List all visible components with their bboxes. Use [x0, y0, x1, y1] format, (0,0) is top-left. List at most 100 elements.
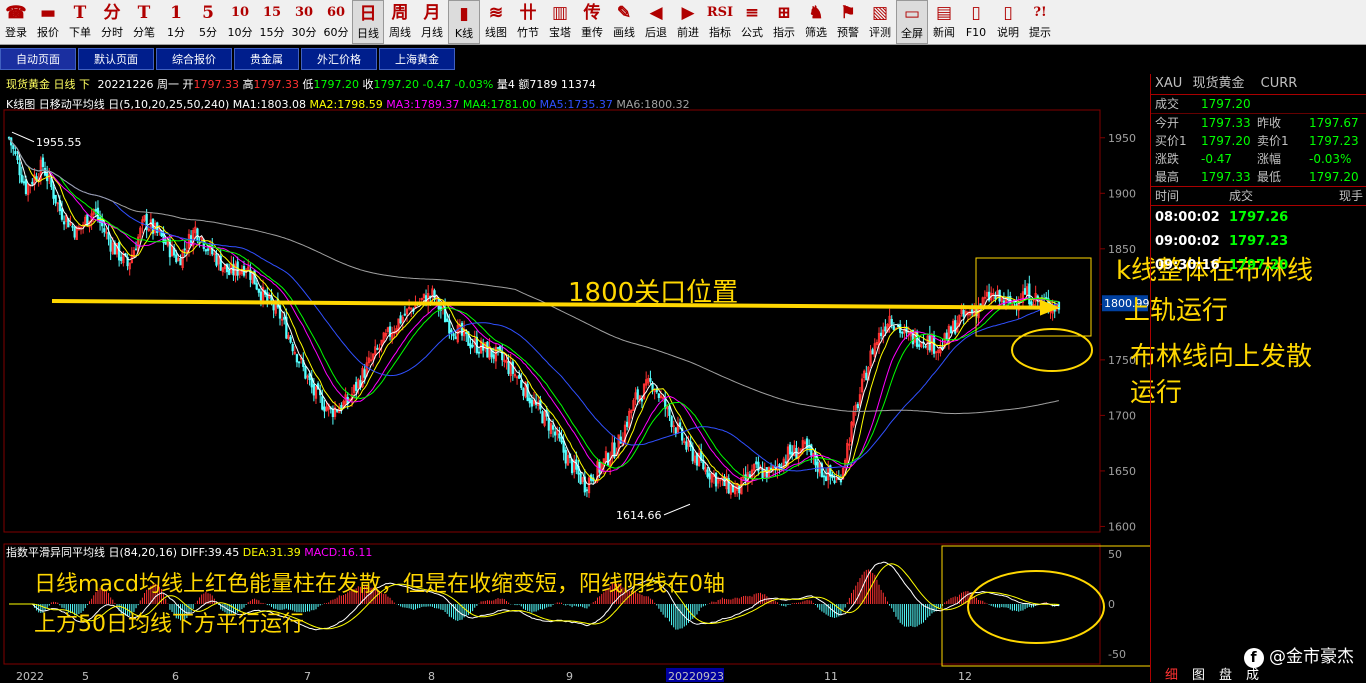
toolbar-f10-button[interactable]: ▯ F10 [960, 0, 992, 44]
quote-value: 1797.20 [1309, 170, 1359, 184]
max-price-label: 1955.55 [36, 136, 82, 149]
candle-body [674, 427, 677, 434]
candle-body [579, 472, 582, 485]
tick-row: 09:30:16 1797.20 [1151, 254, 1366, 278]
y-tick-label: 1950 [1108, 132, 1136, 145]
bottom-tab-3[interactable]: 成 [1246, 664, 1259, 683]
bottom-tab-1[interactable]: 图 [1192, 664, 1205, 683]
candle-body [295, 354, 299, 363]
toolbar-back-button[interactable]: ◀ 后退 [640, 0, 672, 44]
candle-body [511, 361, 514, 374]
toolbar-draw-button[interactable]: ✎ 画线 [608, 0, 640, 44]
f10-icon: ▯ [971, 3, 981, 23]
toolbar-label: 全屏 [901, 27, 923, 40]
toolbar-forward-button[interactable]: ▶ 前进 [672, 0, 704, 44]
tab-2[interactable]: 综合报价 [156, 48, 232, 70]
toolbar-15min-button[interactable]: 15 15分 [256, 0, 288, 44]
toolbar-tower-button[interactable]: ▥ 宝塔 [544, 0, 576, 44]
ma3-value: MA3:1789.37 [386, 98, 460, 111]
quote-value: -0.03% [1309, 152, 1352, 166]
toolbar-timeshare-button[interactable]: 分分时 [96, 0, 128, 44]
bottom-tab-2[interactable]: 盘 [1219, 664, 1232, 683]
toolbar-1min-button[interactable]: 1 1分 [160, 0, 192, 44]
min-price-label: 1614.66 [616, 509, 662, 522]
toolbar-formula-button[interactable]: ≡ 公式 [736, 0, 768, 44]
toolbar-linechart-button[interactable]: ≋ 线图 [480, 0, 512, 44]
toolbar-fullscreen-button[interactable]: ▭ 全屏 [896, 0, 928, 44]
quote-row: 最高 1797.33 最低 1797.20 [1151, 168, 1366, 186]
toolbar-label: 分笔 [133, 26, 155, 39]
toolbar-daily-button[interactable]: 日日线 [352, 0, 384, 44]
candle-body [16, 155, 19, 161]
15min-icon: 15 [262, 5, 282, 20]
formula-icon: ≡ [744, 3, 760, 23]
toolbar-monthly-button[interactable]: 月月线 [416, 0, 448, 44]
ma1-value: MA1:1803.08 [232, 98, 306, 111]
quote-label: 今开 [1155, 116, 1180, 130]
candle-body [206, 248, 210, 251]
toolbar-5min-button[interactable]: 5 5分 [192, 0, 224, 44]
back-icon: ◀ [649, 3, 663, 23]
toolbar-kline-button[interactable]: ▮ K线 [448, 0, 480, 44]
macd-value: MACD:16.11 [304, 546, 373, 559]
toolbar-quote-button[interactable]: ▬ 报价 [32, 0, 64, 44]
linechart-icon: ≋ [488, 3, 504, 23]
bottom-tab-0[interactable]: 细 [1165, 664, 1178, 683]
candle-body [949, 326, 953, 334]
ma4-value: MA4:1781.00 [462, 98, 537, 111]
quote-label: 昨收 [1257, 116, 1282, 130]
tick-row: 09:00:02 1797.23 [1151, 230, 1366, 254]
candle-body [471, 345, 474, 347]
toolbar-10min-button[interactable]: 10 10分 [224, 0, 256, 44]
min-pointer [663, 503, 691, 516]
quote-date: 20221226 周一 [97, 78, 180, 91]
toolbar-order-button[interactable]: T 下单 [64, 0, 96, 44]
tick-price: 1797.20 [1229, 258, 1289, 273]
toolbar-alert-button[interactable]: ⚑ 预警 [832, 0, 864, 44]
toolbar-indicator-button[interactable]: RSI 指标 [704, 0, 736, 44]
toolbar-label: 重传 [581, 26, 603, 39]
toolbar-label: 15分 [259, 26, 285, 39]
draw-icon: ✎ [616, 3, 632, 23]
5min-icon: 5 [202, 3, 214, 23]
toolbar-filter-button[interactable]: ♞ 筛选 [800, 0, 832, 44]
ma1-line [8, 137, 1059, 489]
toolbar-60min-button[interactable]: 60 60分 [320, 0, 352, 44]
quote-label: 卖价1 [1257, 134, 1289, 148]
toolbar-manual-button[interactable]: ▯ 说明 [992, 0, 1024, 44]
low-value: 1797.20 [313, 78, 360, 91]
tab-3[interactable]: 贵金属 [234, 48, 299, 70]
candle-body [570, 459, 574, 474]
candle-body [448, 320, 451, 334]
tab-4[interactable]: 外汇价格 [301, 48, 377, 70]
x-tick-label: 5 [82, 670, 89, 682]
candle-body [824, 476, 828, 482]
ma3-line [8, 137, 1059, 482]
toolbar-evaluate-button[interactable]: ▧ 评测 [864, 0, 896, 44]
ticks-header: 时间 成交 现手 [1151, 186, 1366, 206]
candle-body [1030, 301, 1033, 306]
toolbar-indicate-button[interactable]: ⊞ 指示 [768, 0, 800, 44]
toolbar-login-button[interactable]: ☎ 登录 [0, 0, 32, 44]
tab-1[interactable]: 默认页面 [78, 48, 154, 70]
toolbar-weekly-button[interactable]: 周周线 [384, 0, 416, 44]
toolbar-label: 评测 [869, 26, 891, 39]
candle-body [183, 248, 186, 251]
tick-icon: T [137, 3, 151, 23]
candle-body [744, 474, 747, 482]
tab-0[interactable]: 自动页面 [0, 48, 76, 70]
toolbar-tick-button[interactable]: T 分笔 [128, 0, 160, 44]
toolbar-30min-button[interactable]: 30 30分 [288, 0, 320, 44]
candle-body [454, 336, 457, 340]
candle-body [492, 354, 495, 359]
tab-5[interactable]: 上海黄金 [379, 48, 455, 70]
toolbar-bamboo-button[interactable]: 卄竹节 [512, 0, 544, 44]
symbol-name: 现货黄金 [1192, 76, 1245, 91]
toolbar-news-button[interactable]: ▤ 新闻 [928, 0, 960, 44]
toolbar-reload-button[interactable]: 传重传 [576, 0, 608, 44]
toolbar-tips-button[interactable]: ?! 提示 [1024, 0, 1056, 44]
candle-body [518, 375, 521, 379]
candle-body [507, 361, 510, 374]
highlight-ellipse-boll [1011, 328, 1093, 372]
candle-body [839, 480, 843, 483]
